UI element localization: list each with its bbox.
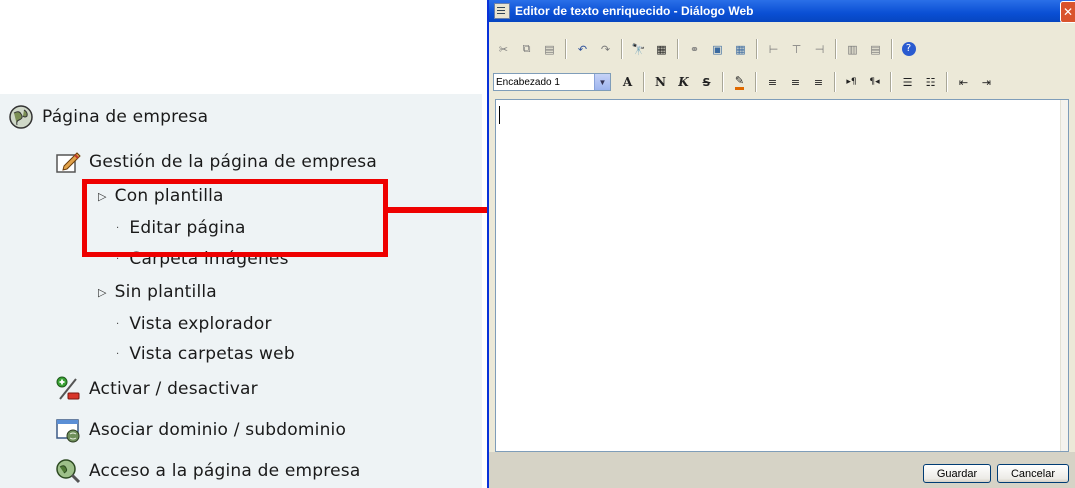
toolbar-separator: [621, 39, 623, 59]
toolbar-separator: [677, 39, 679, 59]
toolbar-separator: [756, 39, 758, 59]
nav-item-access-company-page[interactable]: Acceso a la página de empresa: [55, 458, 360, 484]
merge-cells-icon[interactable]: ▥: [842, 39, 863, 60]
nav-item-activate-deactivate[interactable]: Activar / desactivar: [55, 376, 258, 402]
paragraph-style-value: Encabezado 1: [496, 76, 560, 88]
nav-item-manage-company-page[interactable]: Gestión de la página de empresa: [55, 149, 377, 175]
toolbar-separator: [946, 72, 948, 92]
domain-window-icon: [55, 417, 81, 443]
split-cells-icon[interactable]: ▤: [865, 39, 886, 60]
insert-row-icon[interactable]: ⊢: [763, 39, 784, 60]
align-left-icon[interactable]: ≡: [762, 72, 783, 93]
toolbar-separator: [891, 39, 893, 59]
nav-label-web-folders-view: Vista carpetas web: [129, 344, 295, 364]
align-right-icon[interactable]: ≡: [808, 72, 829, 93]
bulleted-list-icon[interactable]: ☷: [920, 72, 941, 93]
help-icon[interactable]: ?: [898, 39, 919, 60]
insert-column-icon[interactable]: ⊤: [786, 39, 807, 60]
italic-button[interactable]: K: [673, 72, 694, 93]
nav-item-associate-domain[interactable]: Asociar dominio / subdominio: [55, 417, 346, 443]
nav-item-company-page[interactable]: Página de empresa: [8, 104, 208, 130]
align-center-icon[interactable]: ≡: [785, 72, 806, 93]
bullet-icon: ·: [116, 348, 120, 360]
close-button[interactable]: ✕: [1060, 1, 1075, 23]
rich-text-editor-dialog: Editor de texto enriquecido - Diálogo We…: [487, 0, 1075, 488]
nav-item-without-template[interactable]: ▷ Sin plantilla: [98, 282, 217, 302]
expand-triangle-icon: ▷: [98, 285, 107, 299]
edit-page-icon: [55, 149, 81, 175]
numbered-list-icon[interactable]: ☰: [897, 72, 918, 93]
globe-search-icon: [55, 458, 81, 484]
toolbar-separator: [890, 72, 892, 92]
nav-label-company-page: Página de empresa: [42, 107, 209, 127]
highlight-color-icon[interactable]: ✎: [729, 72, 750, 93]
find-icon[interactable]: 🔭: [628, 39, 649, 60]
dialog-title: Editor de texto enriquecido - Diálogo We…: [515, 4, 754, 18]
company-page-nav: Página de empresa Gestión de la página d…: [0, 94, 482, 488]
delete-row-icon[interactable]: ⊣: [809, 39, 830, 60]
nav-label-associate-domain: Asociar dominio / subdominio: [89, 420, 347, 440]
toolbar-separator: [755, 72, 757, 92]
insert-image-icon[interactable]: ▣: [707, 39, 728, 60]
bullet-icon: ·: [116, 318, 120, 330]
chevron-down-icon: ▼: [594, 74, 610, 90]
redo-icon[interactable]: ↷: [595, 39, 616, 60]
select-all-icon[interactable]: ▦: [651, 39, 672, 60]
save-button[interactable]: Guardar: [923, 464, 991, 483]
notepad-icon: [494, 3, 510, 19]
indent-icon[interactable]: ⇥: [976, 72, 997, 93]
nav-item-explorer-view[interactable]: · Vista explorador: [116, 314, 272, 334]
paste-icon[interactable]: ▤: [539, 39, 560, 60]
copy-icon[interactable]: ⧉: [516, 39, 537, 60]
cut-icon[interactable]: ✂: [493, 39, 514, 60]
insert-table-icon[interactable]: ▦: [730, 39, 751, 60]
nav-label-access-company-page: Acceso a la página de empresa: [89, 461, 361, 481]
rich-text-editing-area[interactable]: [495, 99, 1069, 452]
toolbar-separator: [565, 39, 567, 59]
hyperlink-icon[interactable]: ⚭: [684, 39, 705, 60]
toolbar-separator: [722, 72, 724, 92]
undo-icon[interactable]: ↶: [572, 39, 593, 60]
nav-label-activate-deactivate: Activar / desactivar: [89, 379, 258, 399]
toggle-activation-icon: [55, 376, 81, 402]
toolbar-row-1: ✂ ⧉ ▤ ↶ ↷ 🔭 ▦ ⚭ ▣ ▦ ⊢ ⊤ ⊣ ▥ ▤ ?: [489, 36, 1075, 62]
ltr-direction-icon[interactable]: ▸¶: [841, 72, 862, 93]
strikethrough-button[interactable]: S: [696, 72, 717, 93]
toolbar-row-2: Encabezado 1 ▼ A N K S ✎ ≡ ≡ ≡ ▸¶ ¶◂ ☰ ☷…: [489, 69, 1075, 95]
toolbar-separator: [835, 39, 837, 59]
paragraph-style-select[interactable]: Encabezado 1 ▼: [493, 73, 611, 91]
cancel-button[interactable]: Cancelar: [997, 464, 1069, 483]
dialog-footer: Guardar Cancelar: [489, 452, 1075, 488]
vertical-scrollbar[interactable]: [1060, 100, 1068, 451]
toolbar-separator: [834, 72, 836, 92]
rtl-direction-icon[interactable]: ¶◂: [864, 72, 885, 93]
nav-label-manage-company-page: Gestión de la página de empresa: [89, 152, 377, 172]
nav-item-web-folders-view[interactable]: · Vista carpetas web: [116, 344, 295, 364]
nav-label-explorer-view: Vista explorador: [129, 314, 272, 334]
toolbar-separator: [643, 72, 645, 92]
outdent-icon[interactable]: ⇤: [953, 72, 974, 93]
bold-button[interactable]: N: [650, 72, 671, 93]
globe-icon: [8, 104, 34, 130]
nav-label-without-template: Sin plantilla: [114, 282, 217, 302]
text-caret: [499, 106, 500, 124]
dialog-titlebar[interactable]: Editor de texto enriquecido - Diálogo We…: [489, 0, 1075, 23]
highlight-box: [82, 179, 388, 257]
font-size-button[interactable]: A: [617, 72, 638, 93]
